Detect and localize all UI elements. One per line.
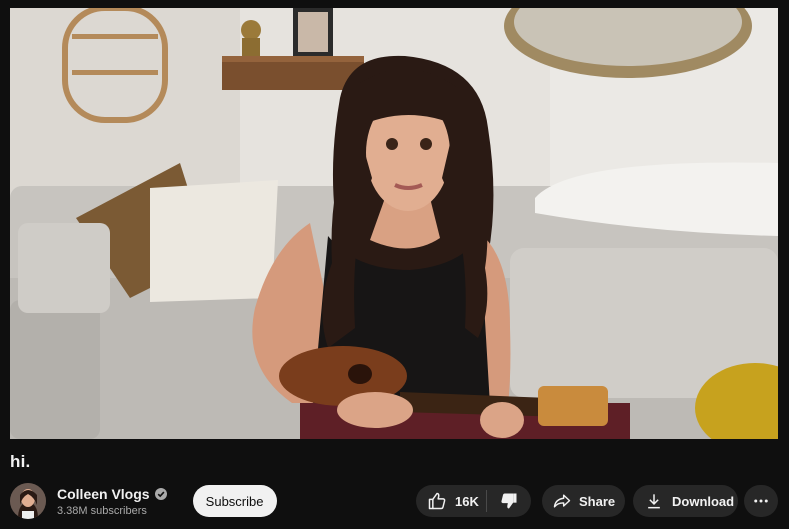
channel-line: Colleen Vlogs <box>57 486 167 502</box>
download-label: Download <box>672 493 735 509</box>
verified-check-icon <box>154 487 167 500</box>
video-frame <box>10 8 778 439</box>
download-button[interactable]: Download <box>633 485 738 517</box>
share-button[interactable]: Share <box>542 485 625 517</box>
like-button[interactable]: 16K <box>416 485 486 517</box>
more-horizontal-icon <box>752 492 770 510</box>
like-dislike-group: 16K <box>416 485 531 517</box>
thumbs-up-icon <box>427 491 447 511</box>
more-actions-button[interactable] <box>744 485 778 517</box>
channel-meta: Colleen Vlogs 3.38M subscribers <box>57 486 167 517</box>
subscribe-button[interactable]: Subscribe <box>192 485 277 517</box>
share-arrow-icon <box>552 491 572 511</box>
avatar-image <box>10 483 46 519</box>
dislike-button[interactable] <box>487 485 531 517</box>
owner-row: Colleen Vlogs 3.38M subscribers Subscrib… <box>10 482 277 520</box>
video-player[interactable] <box>10 8 778 439</box>
channel-name[interactable]: Colleen Vlogs <box>57 486 150 502</box>
like-count: 16K <box>455 493 479 509</box>
subscriber-count: 3.38M subscribers <box>57 504 147 517</box>
video-title: hi. <box>10 452 31 471</box>
thumbs-down-icon <box>499 491 519 511</box>
share-label: Share <box>579 493 616 509</box>
avatar[interactable] <box>10 483 46 519</box>
download-icon <box>644 491 664 511</box>
